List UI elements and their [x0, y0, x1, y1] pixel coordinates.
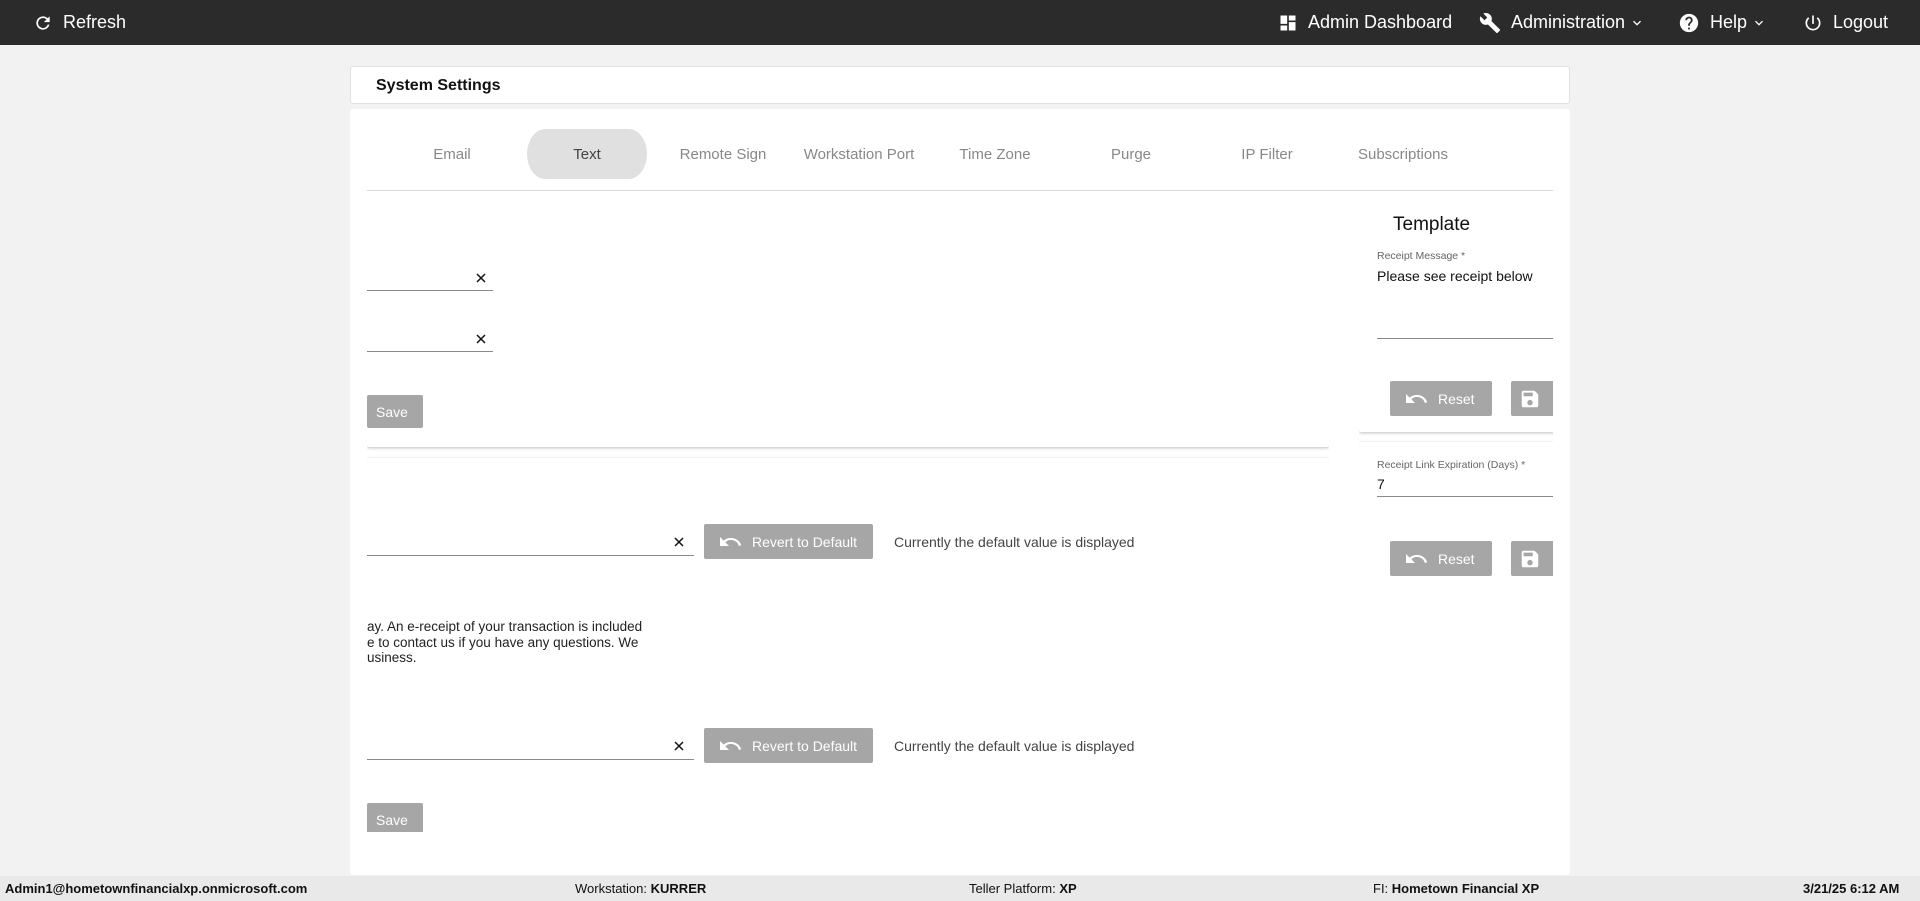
help-menu[interactable]: Help	[1678, 0, 1767, 45]
reset-template-label: Reset	[1438, 390, 1475, 407]
footer-workstation-value: KURRER	[650, 881, 707, 896]
tab-workstation-port[interactable]: Workstation Port	[794, 129, 924, 179]
page-title-card: System Settings	[350, 66, 1570, 104]
administration-label: Administration	[1511, 12, 1626, 32]
field-3-underline	[367, 555, 694, 556]
footer-user: Admin1@hometownfinancialxp.onmicrosoft.c…	[5, 881, 308, 896]
power-icon	[1805, 15, 1821, 30]
tab-text-label: Text	[573, 145, 601, 163]
message-text-line-1: ay. An e-receipt of your transaction is …	[367, 619, 643, 634]
tab-purge-label: Purge	[1110, 145, 1152, 163]
top-nav-bar: Refresh Admin Dashboard Administration H…	[0, 0, 1920, 45]
left-settings-panel: Save Revert to Default Currently the def…	[367, 192, 1329, 832]
save-button-2[interactable]: Save	[367, 803, 423, 832]
settings-tabs: Email Text Remote Sign Workstation Port …	[367, 129, 1553, 199]
tab-subscriptions-label: Subscriptions	[1357, 145, 1449, 163]
save-button-label: Save	[376, 403, 408, 420]
default-value-note-1: Currently the default value is displayed	[894, 534, 1135, 550]
logout-button[interactable]: Logout	[1803, 0, 1888, 45]
save-template-button[interactable]	[1511, 381, 1553, 416]
clear-field-2-icon[interactable]	[473, 331, 489, 347]
receipt-message-underline	[1377, 338, 1553, 339]
revert-button-2-label: Revert to Default	[752, 737, 858, 754]
revert-button-1-label: Revert to Default	[752, 533, 858, 550]
expiration-card: Receipt Link Expiration (Days) * 7 Reset	[1359, 442, 1553, 832]
page-title: System Settings	[376, 77, 501, 94]
tab-ip-filter-label: IP Filter	[1241, 145, 1293, 163]
footer-workstation-label: Workstation:	[575, 881, 648, 896]
tab-subscriptions[interactable]: Subscriptions	[1338, 129, 1468, 179]
reset-expiration-label: Reset	[1438, 550, 1475, 567]
save-expiration-button[interactable]	[1511, 541, 1553, 576]
tab-text[interactable]: Text	[527, 129, 647, 179]
revert-to-default-button-2[interactable]: Revert to Default	[704, 728, 873, 763]
reset-expiration-button[interactable]: Reset	[1390, 541, 1492, 576]
wrench-icon	[1479, 12, 1501, 33]
footer-platform-value: XP	[1059, 881, 1077, 896]
tab-email-label: Email	[433, 145, 471, 163]
sender-settings-card: Save	[367, 192, 1329, 447]
undo-icon	[1406, 393, 1428, 403]
template-card: Template Receipt Message * Please see re…	[1359, 192, 1553, 432]
chevron-down-icon	[1633, 20, 1642, 26]
status-footer: Admin1@hometownfinancialxp.onmicrosoft.c…	[0, 876, 1920, 901]
settings-card: Email Text Remote Sign Workstation Port …	[350, 109, 1570, 875]
help-icon	[1679, 13, 1699, 32]
tab-remote-sign[interactable]: Remote Sign	[658, 129, 788, 179]
template-title: Template	[1393, 214, 1471, 235]
footer-fi-value: Hometown Financial XP	[1391, 881, 1540, 896]
dashboard-icon	[1280, 15, 1296, 30]
tab-time-zone-label: Time Zone	[959, 145, 1031, 163]
undo-icon	[720, 740, 742, 750]
receipt-message-label: Receipt Message *	[1377, 250, 1466, 262]
message-settings-card: Revert to Default Currently the default …	[367, 458, 1329, 832]
refresh-label: Refresh	[63, 12, 127, 32]
refresh-button[interactable]: Refresh	[33, 0, 126, 45]
administration-menu[interactable]: Administration	[1479, 0, 1645, 45]
footer-platform-label: Teller Platform:	[969, 881, 1056, 896]
footer-fi-label: FI:	[1373, 881, 1389, 896]
expiration-field[interactable]: 7	[1377, 476, 1385, 492]
help-label: Help	[1710, 12, 1748, 32]
receipt-message-field[interactable]: Please see receipt below	[1377, 268, 1533, 284]
chevron-down-icon	[1755, 20, 1764, 26]
save-icon	[1521, 390, 1539, 407]
clear-field-3-icon[interactable]	[671, 534, 687, 550]
expiration-underline	[1377, 496, 1553, 497]
save-button[interactable]: Save	[367, 395, 423, 428]
field-4-underline	[367, 759, 694, 760]
undo-icon	[720, 536, 742, 546]
field-2-underline	[367, 351, 493, 352]
tab-email[interactable]: Email	[387, 129, 517, 179]
admin-dashboard-link[interactable]: Admin Dashboard	[1278, 0, 1452, 45]
logout-label: Logout	[1833, 12, 1889, 32]
template-panel: Template Receipt Message * Please see re…	[1359, 192, 1553, 832]
save-button-2-label: Save	[376, 811, 408, 828]
tab-workstation-port-label: Workstation Port	[803, 145, 915, 163]
message-text-line-3: usiness.	[367, 650, 417, 665]
default-value-note-2: Currently the default value is displayed	[894, 738, 1135, 754]
save-icon	[1521, 550, 1539, 567]
refresh-icon	[36, 15, 50, 30]
tab-time-zone[interactable]: Time Zone	[930, 129, 1060, 179]
expiration-label: Receipt Link Expiration (Days) *	[1377, 459, 1526, 471]
reset-template-button[interactable]: Reset	[1390, 381, 1492, 416]
tab-remote-sign-label: Remote Sign	[679, 145, 767, 163]
clear-field-4-icon[interactable]	[671, 738, 687, 754]
undo-icon	[1406, 553, 1428, 563]
clear-field-1-icon[interactable]	[473, 270, 489, 286]
footer-datetime: 3/21/25 6:12 AM	[1803, 881, 1900, 896]
revert-to-default-button-1[interactable]: Revert to Default	[704, 524, 873, 559]
field-1-underline	[367, 290, 493, 291]
tab-ip-filter[interactable]: IP Filter	[1202, 129, 1332, 179]
tab-purge[interactable]: Purge	[1066, 129, 1196, 179]
message-text-line-2: e to contact us if you have any question…	[367, 635, 639, 650]
admin-dashboard-label: Admin Dashboard	[1308, 12, 1453, 32]
